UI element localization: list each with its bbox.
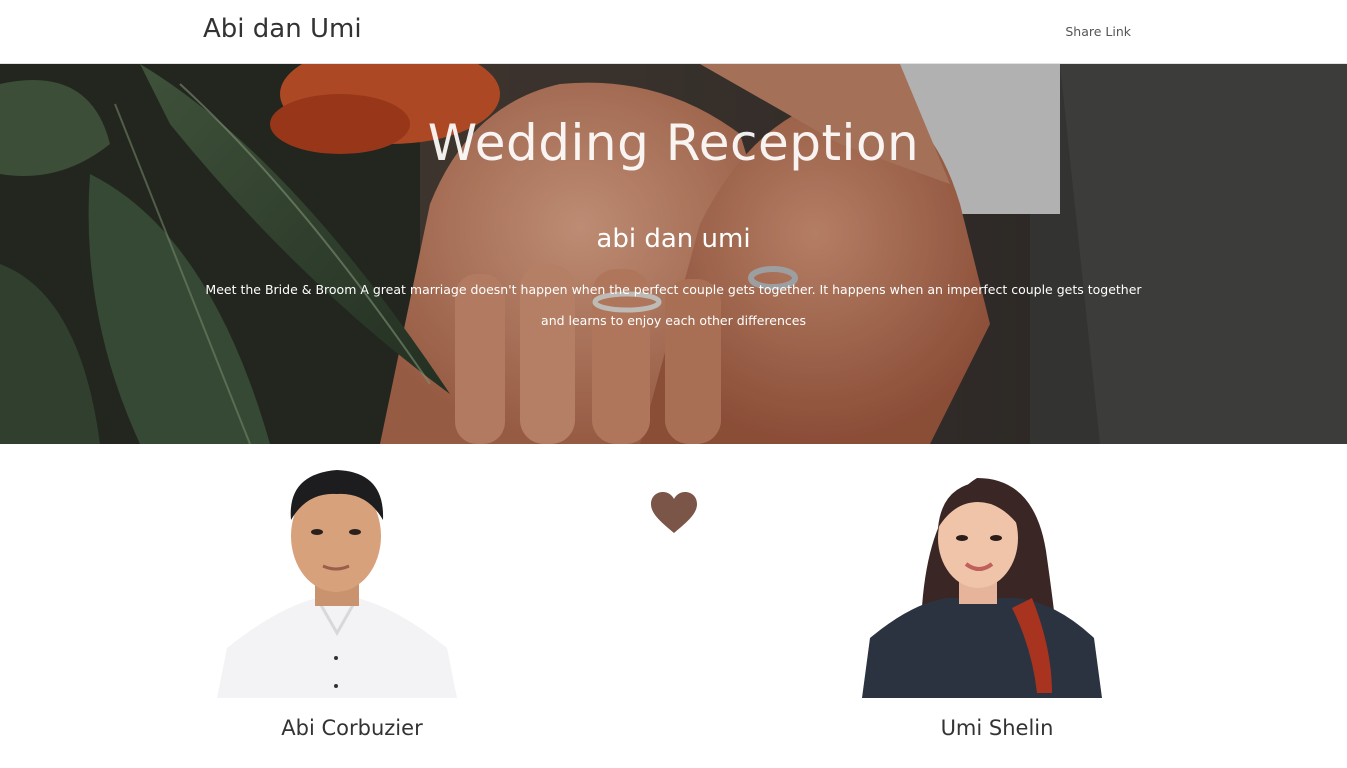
groom-name: Abi Corbuzier bbox=[281, 716, 423, 740]
hero-subtitle: abi dan umi bbox=[596, 224, 751, 254]
hero-banner: Wedding Reception abi dan umi Meet the B… bbox=[0, 64, 1347, 444]
brand-link[interactable]: Abi dan Umi bbox=[203, 14, 362, 44]
groom-portrait-image bbox=[217, 458, 457, 698]
share-link[interactable]: Share Link bbox=[1065, 24, 1131, 39]
heart-icon bbox=[651, 492, 697, 533]
bride-photo bbox=[862, 458, 1102, 698]
hero-title: Wedding Reception bbox=[427, 114, 920, 172]
couple-section: Abi Corbuzier Umi Shelin bbox=[0, 444, 1347, 768]
bride-name: Umi Shelin bbox=[940, 716, 1054, 740]
groom-photo bbox=[217, 458, 457, 698]
bride-portrait-image bbox=[862, 458, 1102, 698]
hero-description: Meet the Bride & Broom A great marriage … bbox=[205, 282, 1142, 328]
navbar: Abi dan Umi Share Link bbox=[0, 0, 1347, 64]
